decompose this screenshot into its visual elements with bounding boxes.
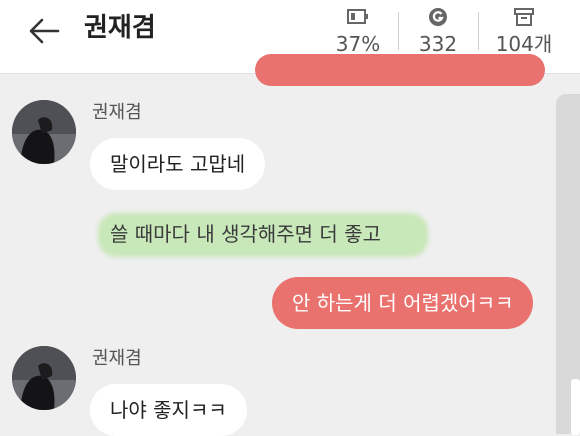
back-button[interactable]: [26, 13, 62, 49]
battery-value: 37%: [335, 32, 381, 56]
chat-area[interactable]: 권재겸 말이라도 고맙네 쓸 때마다 내 생각해주면 더 좋고 안 하는게 더 …: [0, 54, 580, 436]
sender-name: 권재겸: [92, 102, 142, 123]
outgoing-message[interactable]: 안 하는게 더 어렵겠어ㅋㅋ: [272, 277, 534, 329]
incoming-message[interactable]: 말이라도 고맙네: [90, 138, 266, 190]
storage-value: 104개: [495, 32, 553, 56]
sender-name: 권재겸: [92, 348, 142, 369]
profile-photo-icon: [12, 100, 76, 164]
battery-stat: 37%: [330, 6, 386, 56]
archive-box-icon: [514, 8, 534, 26]
profile-photo-icon: [12, 346, 76, 410]
coin-value: 332: [418, 32, 458, 56]
avatar[interactable]: [12, 346, 76, 410]
outgoing-bubble-partial: [255, 54, 545, 86]
back-arrow-icon: [29, 18, 60, 44]
divider: [478, 12, 479, 50]
coin-stat: 332: [410, 6, 466, 56]
battery-icon: [347, 9, 368, 24]
g-coin-icon: [429, 8, 447, 26]
avatar[interactable]: [12, 100, 76, 164]
incoming-message[interactable]: 쓸 때마다 내 생각해주면 더 좋고: [90, 208, 401, 260]
storage-stat: 104개: [488, 6, 560, 56]
scrollbar-thumb[interactable]: [571, 379, 580, 435]
incoming-message[interactable]: 나야 좋지ㅋㅋ: [90, 384, 247, 436]
divider: [398, 12, 399, 50]
chat-title: 권재겸: [84, 13, 156, 43]
